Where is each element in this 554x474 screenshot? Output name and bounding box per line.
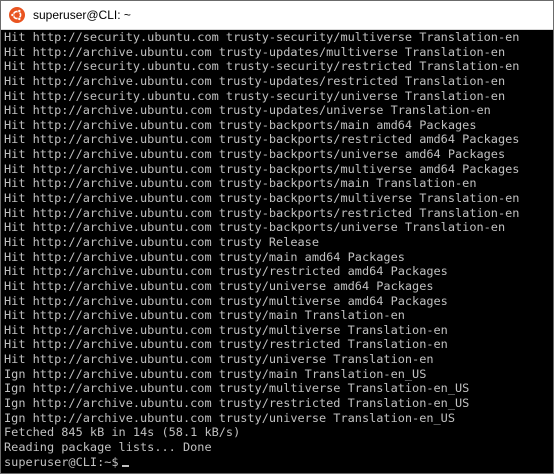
terminal-line: Hit http://archive.ubuntu.com trusty-upd…: [4, 44, 506, 59]
terminal-line: Hit http://archive.ubuntu.com trusty/res…: [4, 264, 448, 279]
shell-prompt: superuser@CLI:~$: [4, 454, 119, 469]
terminal-line: Hit http://archive.ubuntu.com trusty/mul…: [4, 322, 448, 337]
terminal-line: Hit http://archive.ubuntu.com trusty-bac…: [4, 220, 506, 235]
terminal-line: Hit http://archive.ubuntu.com trusty-bac…: [4, 205, 520, 220]
terminal-line: Hit http://security.ubuntu.com trusty-se…: [4, 88, 506, 103]
terminal-line: Reading package lists... Done: [4, 439, 212, 454]
terminal-line: Hit http://archive.ubuntu.com trusty-bac…: [4, 161, 520, 176]
text-cursor: [121, 465, 129, 468]
terminal-line: Ign http://archive.ubuntu.com trusty/mul…: [4, 381, 470, 396]
terminal-line: Hit http://archive.ubuntu.com trusty-upd…: [4, 103, 491, 118]
terminal-line: Ign http://archive.ubuntu.com trusty/mai…: [4, 366, 427, 381]
terminal-line: Hit http://archive.ubuntu.com trusty Rel…: [4, 234, 319, 249]
terminal-line: Hit http://archive.ubuntu.com trusty-bac…: [4, 176, 477, 191]
terminal-window: superuser@CLI: ~ Hit http://security.ubu…: [0, 0, 554, 474]
terminal-line: Hit http://archive.ubuntu.com trusty/mai…: [4, 249, 405, 264]
terminal-line: Hit http://archive.ubuntu.com trusty-bac…: [4, 117, 477, 132]
title-bar[interactable]: superuser@CLI: ~: [1, 1, 553, 30]
terminal-line: Hit http://archive.ubuntu.com trusty-upd…: [4, 73, 506, 88]
terminal-line: Ign http://archive.ubuntu.com trusty/res…: [4, 396, 470, 411]
terminal-line: Hit http://archive.ubuntu.com trusty-bac…: [4, 132, 520, 147]
terminal-line: Hit http://archive.ubuntu.com trusty-bac…: [4, 147, 506, 162]
prompt-line[interactable]: superuser@CLI:~$: [4, 455, 552, 470]
terminal-line: Ign http://archive.ubuntu.com trusty/uni…: [4, 410, 456, 425]
terminal-line: Hit http://security.ubuntu.com trusty-se…: [4, 30, 520, 44]
terminal-line: Hit http://archive.ubuntu.com trusty/res…: [4, 337, 448, 352]
terminal-line: Hit http://archive.ubuntu.com trusty/mai…: [4, 308, 405, 323]
terminal-line: Hit http://archive.ubuntu.com trusty/uni…: [4, 278, 434, 293]
terminal-line: Hit http://archive.ubuntu.com trusty/mul…: [4, 293, 448, 308]
terminal-line: Hit http://archive.ubuntu.com trusty-bac…: [4, 191, 520, 206]
ubuntu-logo-icon[interactable]: [9, 7, 25, 23]
terminal-line: Hit http://security.ubuntu.com trusty-se…: [4, 59, 520, 74]
window-title: superuser@CLI: ~: [33, 8, 131, 22]
terminal-output[interactable]: Hit http://security.ubuntu.com trusty-se…: [4, 30, 552, 472]
terminal-line: Hit http://archive.ubuntu.com trusty/uni…: [4, 352, 434, 367]
terminal-line: Fetched 845 kB in 14s (58.1 kB/s): [4, 425, 241, 440]
